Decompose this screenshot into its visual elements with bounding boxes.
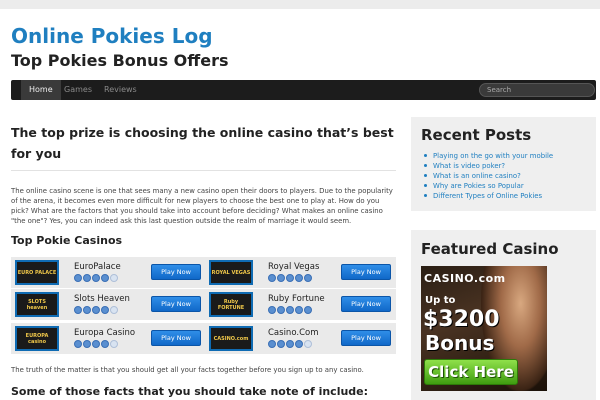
article-intro: The online casino scene is one that sees…: [11, 187, 393, 225]
rating-stars: [268, 274, 312, 283]
play-now-button[interactable]: Play Now: [341, 296, 391, 312]
star-icon: [295, 306, 303, 314]
star-icon: [110, 306, 118, 314]
casino-logo[interactable]: EURO PALACE: [15, 260, 59, 285]
play-now-button[interactable]: Play Now: [151, 296, 201, 312]
star-icon: [286, 340, 294, 348]
play-now-button[interactable]: Play Now: [151, 330, 201, 346]
facts-heading: Some of those facts that you should take…: [11, 385, 369, 398]
rating-stars: [74, 340, 118, 349]
star-icon: [304, 306, 312, 314]
casino-logo[interactable]: SLOTS heaven: [15, 292, 59, 317]
casino-name[interactable]: Slots Heaven: [74, 294, 130, 304]
search-input[interactable]: [479, 83, 595, 97]
banner-up-to: Up to: [425, 295, 456, 306]
star-icon: [74, 340, 82, 348]
star-icon: [277, 340, 285, 348]
banner-bonus: Bonus: [425, 331, 495, 355]
casino-name[interactable]: Europa Casino: [74, 328, 135, 338]
casino-table-row: EURO PALACE EuroPalace Play Now ROYAL VE…: [11, 257, 396, 289]
nav-item-home[interactable]: Home: [21, 80, 61, 100]
star-icon: [92, 274, 100, 282]
star-icon: [295, 274, 303, 282]
star-icon: [101, 340, 109, 348]
click-here-button[interactable]: Click Here: [424, 359, 518, 385]
casino-name[interactable]: Ruby Fortune: [268, 294, 325, 304]
recent-post-link[interactable]: Different Types of Online Pokies: [423, 191, 553, 201]
star-icon: [101, 306, 109, 314]
site-title[interactable]: Online Pokies Log: [11, 24, 213, 48]
star-icon: [110, 274, 118, 282]
star-icon: [110, 340, 118, 348]
banner-amount: $3200: [423, 307, 500, 332]
casino-table-row: EUROPA casino Europa Casino Play Now CAS…: [11, 323, 396, 354]
star-icon: [286, 306, 294, 314]
featured-casino-banner[interactable]: CASINO.com Up to $3200 Bonus Click Here: [421, 266, 547, 391]
star-icon: [83, 306, 91, 314]
play-now-button[interactable]: Play Now: [341, 330, 391, 346]
casino-table-row: SLOTS heaven Slots Heaven Play Now Ruby …: [11, 289, 396, 321]
play-now-button[interactable]: Play Now: [341, 264, 391, 280]
widget-title: Recent Posts: [421, 126, 532, 144]
star-icon: [74, 274, 82, 282]
banner-logo: CASINO.com: [424, 272, 506, 285]
casino-name[interactable]: EuroPalace: [74, 262, 121, 272]
recent-post-link[interactable]: Why are Pokies so Popular: [423, 181, 553, 191]
closing-paragraph: The truth of the matter is that you shou…: [11, 366, 364, 374]
recent-post-link[interactable]: What is an online casino?: [423, 171, 553, 181]
widget-title: Featured Casino: [421, 240, 559, 258]
recent-post-link[interactable]: What is video poker?: [423, 161, 553, 171]
row-separator: [11, 320, 396, 321]
star-icon: [277, 274, 285, 282]
casinos-heading: Top Pokie Casinos: [11, 234, 123, 247]
casino-logo[interactable]: Ruby FORTUNE: [209, 292, 253, 317]
star-icon: [286, 274, 294, 282]
divider: [11, 170, 396, 171]
star-icon: [304, 274, 312, 282]
casino-logo[interactable]: CASINO.com: [209, 326, 253, 351]
play-now-button[interactable]: Play Now: [151, 264, 201, 280]
star-icon: [268, 274, 276, 282]
star-icon: [83, 274, 91, 282]
nav-item-reviews[interactable]: Reviews: [104, 80, 137, 100]
featured-casino-widget: Featured Casino CASINO.com Up to $3200 B…: [411, 230, 596, 400]
rating-stars: [268, 306, 312, 315]
star-icon: [92, 306, 100, 314]
star-icon: [101, 274, 109, 282]
rating-stars: [268, 340, 312, 349]
main-navbar: Home Games Reviews: [11, 80, 596, 100]
rating-stars: [74, 306, 118, 315]
star-icon: [268, 306, 276, 314]
article-title: The top prize is choosing the online cas…: [11, 125, 394, 161]
recent-posts-list: Playing on the go with your mobile What …: [423, 151, 553, 201]
casino-name[interactable]: Royal Vegas: [268, 262, 319, 272]
nav-item-games[interactable]: Games: [64, 80, 92, 100]
recent-posts-widget: Recent Posts Playing on the go with your…: [411, 117, 596, 211]
casino-logo[interactable]: ROYAL VEGAS: [209, 260, 253, 285]
site-description: Top Pokies Bonus Offers: [11, 51, 229, 70]
top-strip: [0, 0, 600, 9]
recent-post-link[interactable]: Playing on the go with your mobile: [423, 151, 553, 161]
star-icon: [295, 340, 303, 348]
casino-name[interactable]: Casino.Com: [268, 328, 319, 338]
casino-logo[interactable]: EUROPA casino: [15, 326, 59, 351]
star-icon: [277, 306, 285, 314]
star-icon: [83, 340, 91, 348]
rating-stars: [74, 274, 118, 283]
star-icon: [92, 340, 100, 348]
star-icon: [304, 340, 312, 348]
star-icon: [268, 340, 276, 348]
star-icon: [74, 306, 82, 314]
